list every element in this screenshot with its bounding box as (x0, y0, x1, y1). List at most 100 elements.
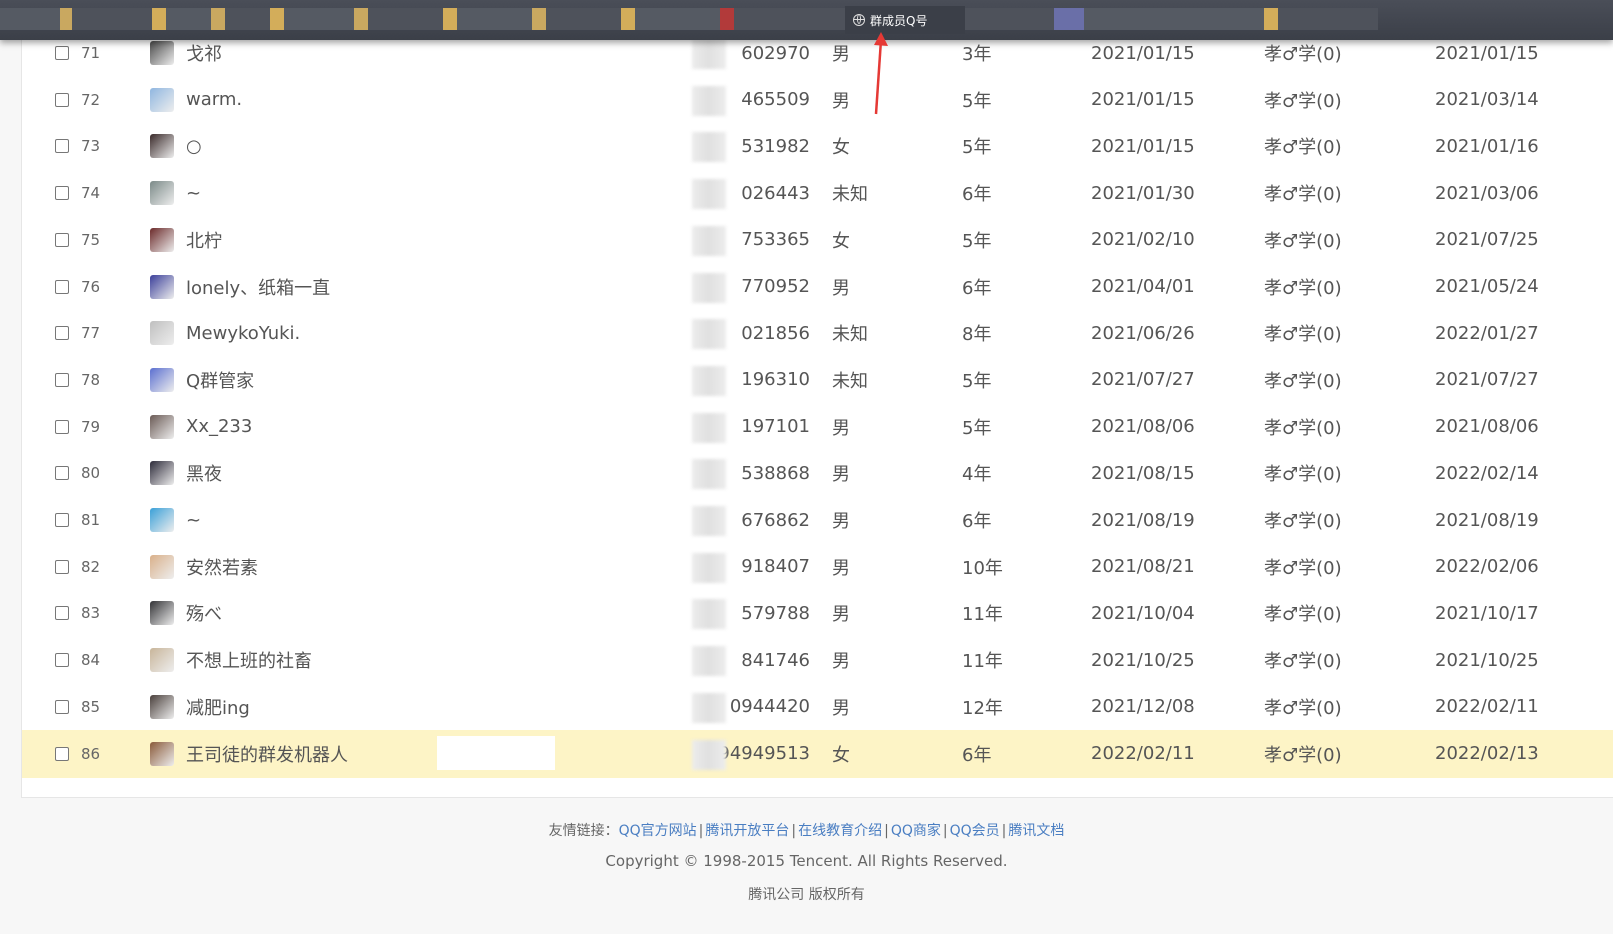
last-speak-date: 2021/05/24 (1435, 276, 1539, 297)
row-checkbox[interactable] (55, 122, 69, 170)
row-checkbox[interactable] (55, 496, 69, 544)
qq-number: 531982 (680, 122, 810, 170)
table-row[interactable]: 74 ~026443 未知 6年 2021/01/30 孝♂学(0) 2021/03/06 (22, 169, 1613, 217)
nickname: ~ (186, 182, 202, 204)
join-date: 2021/01/15 (1091, 135, 1195, 157)
avatar[interactable] (150, 636, 174, 684)
gender: 女 (832, 230, 850, 252)
table-row[interactable]: 73 ○ 531982 女 5年 2021/01/15 孝♂学(0) 2021/01/16 (22, 122, 1613, 170)
gender: 男 (832, 604, 850, 626)
tab-group-members[interactable]: 群成员Q号 (845, 6, 965, 34)
footer-link[interactable]: 腾讯文档 (1008, 823, 1064, 839)
group-level: 孝♂学(0) (1264, 697, 1342, 719)
table-row[interactable]: 83 殇べ 579788 男 11年 2021/10/04 孝♂学(0) 2021/10/17 (22, 589, 1613, 637)
table-row[interactable]: 81 ~676862 男 6年 2021/08/19 孝♂学(0) 2021/08/19 (22, 496, 1613, 544)
footer-link[interactable]: QQ商家 (891, 823, 941, 839)
row-checkbox[interactable] (55, 683, 69, 731)
last-speak-date: 2021/01/16 (1435, 135, 1539, 157)
avatar[interactable] (150, 449, 174, 497)
join-date: 2021/08/15 (1091, 462, 1195, 484)
gender: 未知 (832, 370, 868, 392)
group-level: 孝♂学(0) (1264, 744, 1342, 766)
table-row[interactable]: 85 减肥ing 0944420 男 12年 2021/12/08 孝♂学(0) 2022/0… (22, 683, 1613, 731)
avatar[interactable] (150, 309, 174, 357)
red-arrow-annotation (874, 32, 888, 115)
nickname: warm. (186, 89, 243, 111)
row-index: 81 (81, 511, 101, 529)
nickname: 殇べ (186, 604, 222, 626)
row-checkbox[interactable] (55, 589, 69, 637)
avatar[interactable] (150, 730, 174, 778)
last-speak-date: 2022/02/13 (1435, 743, 1539, 764)
footer-link[interactable]: QQ官方网站 (619, 823, 697, 839)
qq-number: 026443 (680, 169, 810, 217)
qq-number: 841746 (680, 636, 810, 684)
qq-age: 10年 (962, 557, 1003, 579)
avatar[interactable] (150, 263, 174, 311)
row-index: 80 (81, 464, 101, 483)
qq-age: 8年 (962, 324, 992, 346)
gender: 男 (832, 464, 850, 486)
footer-link[interactable]: 在线教育介绍 (798, 823, 882, 839)
row-checkbox[interactable] (55, 636, 69, 684)
avatar[interactable] (150, 496, 174, 544)
avatar[interactable] (150, 683, 174, 731)
table-row[interactable]: 78 Q群管家 196310 未知 5年 2021/07/27 孝♂学(0) 2021/07/… (22, 356, 1613, 404)
last-speak-date: 2021/07/27 (1435, 369, 1539, 391)
join-date: 2021/08/06 (1091, 416, 1195, 438)
row-checkbox[interactable] (55, 730, 69, 778)
qq-age: 6年 (962, 744, 992, 766)
group-level: 孝♂学(0) (1264, 324, 1342, 346)
row-checkbox[interactable] (55, 309, 69, 357)
links-label: 友情链接： (548, 823, 619, 839)
link-separator: | (1001, 823, 1007, 839)
nickname: 减肥ing (186, 697, 250, 719)
avatar[interactable] (150, 169, 174, 217)
browser-tab-strip: 群成员Q号 (0, 0, 1613, 40)
avatar[interactable] (150, 403, 174, 451)
avatar[interactable] (150, 543, 174, 591)
table-row[interactable]: 77 MewykoYuki. 021856 未知 8年 2021/06/26 孝♂学(0) 2… (22, 309, 1613, 357)
footer-link[interactable]: QQ会员 (950, 823, 1000, 839)
qq-age: 6年 (962, 277, 992, 299)
row-checkbox[interactable] (55, 543, 69, 591)
group-level: 孝♂学(0) (1264, 511, 1342, 532)
row-checkbox[interactable] (55, 169, 69, 217)
gender: 男 (832, 651, 850, 673)
row-checkbox[interactable] (55, 449, 69, 497)
avatar[interactable] (150, 122, 174, 170)
avatar[interactable] (150, 216, 174, 264)
table-row[interactable]: 84 不想上班的社畜 841746 男 11年 2021/10/25 孝♂学(0) 2021/… (22, 636, 1613, 684)
row-index: 79 (81, 417, 101, 436)
table-row[interactable]: 82 安然若素 918407 男 10年 2021/08/21 孝♂学(0) 2022/02/… (22, 543, 1613, 591)
row-checkbox[interactable] (55, 356, 69, 404)
row-checkbox[interactable] (55, 76, 69, 124)
table-row[interactable]: 72 warm. 465509 男 5年 2021/01/15 孝♂学(0) 2021/03/… (22, 76, 1613, 124)
group-level: 孝♂学(0) (1264, 651, 1342, 673)
join-date: 2021/01/15 (1091, 89, 1195, 111)
table-row[interactable]: 76 lonely、纸箱一直 770952 男 6年 2021/04/01 孝♂学(0) 20… (22, 263, 1613, 311)
row-checkbox[interactable] (55, 263, 69, 311)
footer-link[interactable]: 腾讯开放平台 (705, 823, 789, 839)
table-row[interactable]: 80 黑夜 538868 男 4年 2021/08/15 孝♂学(0) 2022/02/14 (22, 449, 1613, 497)
qq-number: 579788 (680, 589, 810, 637)
last-speak-date: 2021/10/17 (1435, 602, 1539, 624)
nickname: ~ (186, 509, 202, 531)
row-checkbox[interactable] (55, 403, 69, 451)
gender: 女 (832, 744, 850, 766)
join-date: 2021/02/10 (1091, 229, 1195, 251)
gender: 未知 (832, 184, 868, 206)
table-row[interactable]: 79 Xx_233 197101 男 5年 2021/08/06 孝♂学(0) 2021/08… (22, 403, 1613, 451)
row-checkbox[interactable] (55, 216, 69, 264)
gender: 男 (832, 557, 850, 579)
table-row[interactable]: 75 北柠 753365 女 5年 2021/02/10 孝♂学(0) 2021/07/25 (22, 216, 1613, 264)
last-speak-date: 2022/02/06 (1435, 556, 1539, 578)
avatar[interactable] (150, 356, 174, 404)
redacted-box (437, 735, 555, 770)
avatar[interactable] (150, 589, 174, 637)
row-index: 86 (81, 744, 101, 763)
gender: 未知 (832, 324, 868, 346)
avatar[interactable] (150, 76, 174, 124)
join-date: 2021/08/19 (1091, 509, 1195, 531)
table-row[interactable]: 86 王司徒的群发机器人 94949513 女 6年 2022/02/11 孝♂学(0) 20… (22, 729, 1613, 778)
